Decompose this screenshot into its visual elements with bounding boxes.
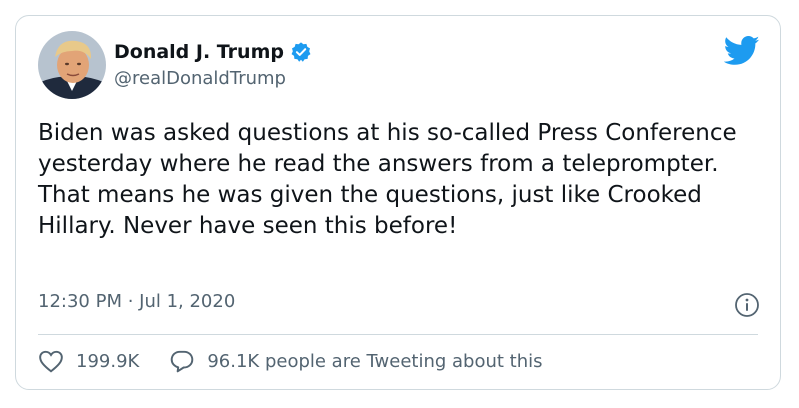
verified-badge-icon [290, 41, 312, 63]
like-button[interactable]: 199.9K [38, 349, 139, 373]
user-name[interactable]: Donald J. Trump [114, 41, 284, 63]
tweeting-count: 96.1K people are Tweeting about this [207, 350, 543, 372]
info-icon[interactable] [734, 292, 760, 318]
like-count: 199.9K [76, 350, 140, 372]
tweet-card[interactable]: Donald J. Trump @realDonaldTrump Biden w… [15, 15, 781, 390]
avatar[interactable] [38, 31, 106, 99]
reply-button[interactable]: 96.1K people are Tweeting about this [169, 349, 543, 373]
heart-icon [39, 350, 63, 373]
user-handle[interactable]: @realDonaldTrump [114, 68, 286, 89]
speech-bubble-icon [171, 350, 194, 373]
divider [38, 334, 758, 335]
twitter-bird-icon[interactable] [723, 36, 760, 66]
user-name-row: Donald J. Trump [114, 41, 312, 63]
tweet-timestamp[interactable]: 12:30 PM · Jul 1, 2020 [38, 291, 235, 312]
tweet-text: Biden was asked questions at his so-call… [38, 120, 737, 239]
action-bar: 199.9K 96.1K people are Tweeting about t… [38, 349, 543, 373]
